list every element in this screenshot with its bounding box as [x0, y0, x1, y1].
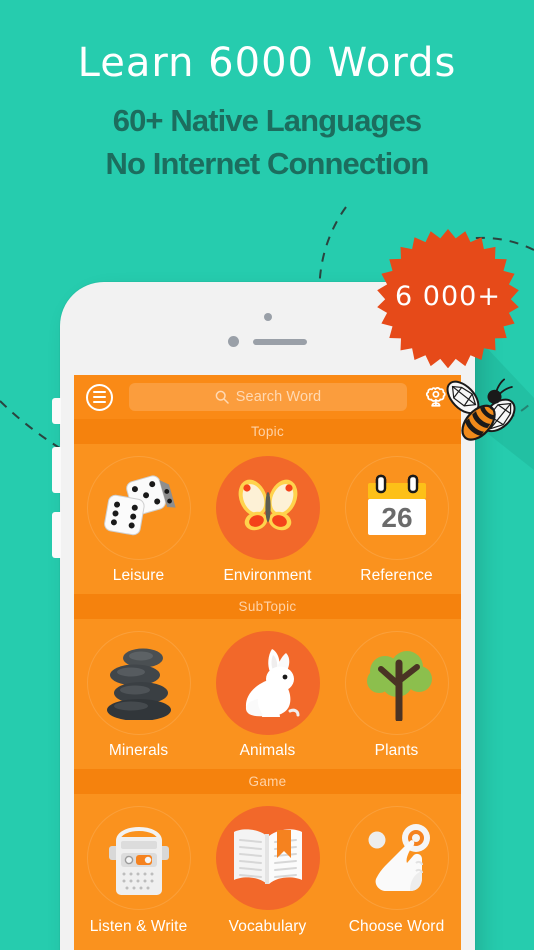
- butterfly-icon: [238, 479, 297, 531]
- tap-hand-icon: [368, 824, 430, 891]
- grid-item-disc: [87, 456, 191, 560]
- cassette-player-icon: [108, 827, 169, 895]
- calendar-icon: 26: [367, 474, 426, 535]
- topic-row: Leisure Environment 26 Reference: [74, 444, 461, 594]
- grid-item-disc-selected: [215, 631, 320, 735]
- grid-item-label: Reference: [360, 567, 433, 584]
- grid-item-label: Vocabulary: [228, 918, 307, 935]
- section-title: Game: [248, 774, 287, 789]
- phone-volume-down-button[interactable]: [52, 512, 61, 558]
- section-band-topic: Topic: [74, 419, 461, 444]
- grid-item-label: Choose Word: [348, 918, 445, 935]
- phone-mockup: Search Word Topic Leisure Environment 26…: [60, 282, 475, 950]
- grid-item-disc: 26: [345, 456, 449, 560]
- badge-6000-plus: 6 000+: [377, 226, 519, 369]
- phone-proximity-sensor: [228, 336, 239, 347]
- grid-item-label: Listen & Write: [89, 918, 188, 935]
- phone-silent-switch[interactable]: [52, 398, 61, 424]
- promo-subtitle-line-2: No Internet Connection: [105, 145, 430, 181]
- grid-item-disc: [345, 631, 449, 735]
- phone-earpiece-speaker: [253, 338, 307, 345]
- search-input[interactable]: Search Word: [129, 383, 407, 411]
- grid-item-label: Leisure: [112, 567, 165, 584]
- app-header: Search Word: [74, 375, 461, 419]
- grid-item-disc: [87, 806, 191, 910]
- grid-item-disc: [345, 806, 449, 910]
- grid-item-leisure[interactable]: Leisure: [74, 444, 203, 594]
- phone-front-camera: [263, 313, 272, 321]
- open-book-icon: [233, 829, 302, 884]
- grid-item-label: Minerals: [108, 742, 169, 759]
- grid-item-label: Animals: [239, 742, 296, 759]
- grid-item-minerals[interactable]: Minerals: [74, 619, 203, 769]
- grid-item-choose-word[interactable]: Choose Word: [332, 794, 461, 944]
- section-title: Topic: [250, 424, 284, 439]
- grid-item-plants[interactable]: Plants: [332, 619, 461, 769]
- rabbit-icon: [245, 649, 299, 717]
- promo-subtitle-line-1: 60+ Native Languages: [112, 103, 422, 138]
- grid-item-label: Environment: [223, 567, 312, 584]
- phone-volume-up-button[interactable]: [52, 447, 61, 493]
- page-title: Learn 6000 Words: [77, 40, 457, 86]
- grid-item-disc-selected: [215, 806, 320, 910]
- badge-label: 6 000+: [395, 280, 501, 312]
- promo-header: Learn 6000 Words 60+ Native Languages No…: [0, 0, 534, 186]
- dice-icon: [103, 475, 176, 536]
- grid-item-animals[interactable]: Animals: [203, 619, 332, 769]
- bee-icon: [446, 378, 516, 441]
- grid-item-environment[interactable]: Environment: [203, 444, 332, 594]
- section-title: SubTopic: [238, 599, 297, 614]
- grid-item-vocabulary[interactable]: Vocabulary: [203, 794, 332, 944]
- subtopic-row: Minerals Animals Plants: [74, 619, 461, 769]
- tree-icon: [366, 651, 432, 721]
- stones-icon: [106, 648, 171, 720]
- hamburger-icon[interactable]: [86, 383, 113, 411]
- section-band-subtopic: SubTopic: [74, 594, 461, 619]
- section-band-game: Game: [74, 769, 461, 794]
- grid-item-listen-and-write[interactable]: Listen & Write: [74, 794, 203, 944]
- grid-item-disc-selected: [215, 456, 320, 560]
- search-placeholder: Search Word: [235, 389, 322, 405]
- search-icon: [215, 390, 229, 404]
- grid-item-label: Plants: [374, 742, 419, 759]
- app-screen: Search Word Topic Leisure Environment 26…: [74, 375, 461, 950]
- game-row: Listen & Write Vocabulary Choose Word: [74, 794, 461, 944]
- calendar-day: 26: [381, 502, 412, 533]
- grid-item-reference[interactable]: 26 Reference: [332, 444, 461, 594]
- grid-item-disc: [87, 631, 191, 735]
